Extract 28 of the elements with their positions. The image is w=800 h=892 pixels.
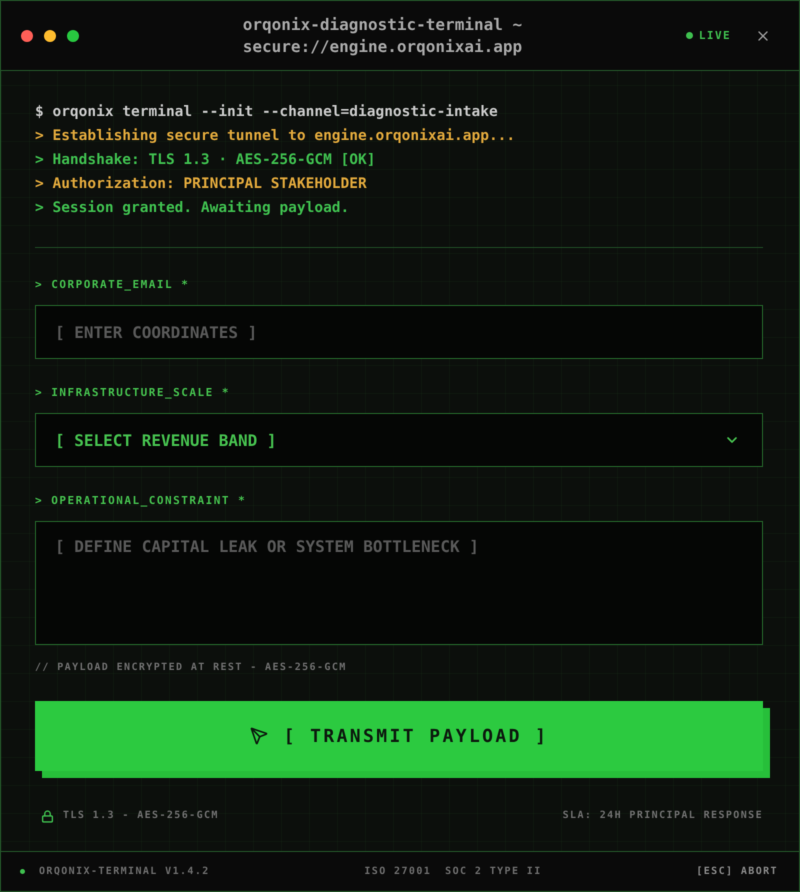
certification-label: ISO 27001 xyxy=(364,866,432,877)
field-label: > OPERATIONAL_CONSTRAINT * xyxy=(35,493,248,509)
window-dot-icon[interactable] xyxy=(21,30,33,42)
console-line: > Establishing secure tunnel to engine.orqonixai.app... xyxy=(35,127,516,146)
encryption-note: // PAYLOAD ENCRYPTED AT REST - AES-256-GCM xyxy=(35,661,348,675)
send-icon xyxy=(250,727,268,745)
abort-link[interactable]: [ESC] ABORT xyxy=(696,866,778,877)
status-dot-icon xyxy=(686,32,693,39)
transmit-button[interactable]: [ TRANSMIT PAYLOAD ] xyxy=(35,701,770,778)
security-info: TLS 1.3 - AES-256-GCM xyxy=(63,809,219,823)
field-label: > CORPORATE_EMAIL * xyxy=(35,277,190,293)
console-line: > Authorization: PRINCIPAL STAKEHOLDER xyxy=(35,175,368,194)
console-line: > Handshake: TLS 1.3 · AES-256-GCM [OK] xyxy=(35,151,376,170)
version-label: ORQONIX-TERMINAL V1.4.2 xyxy=(39,866,210,877)
text-area-field[interactable]: [ DEFINE CAPITAL LEAK OR SYSTEM BOTTLENECK ] xyxy=(35,521,763,645)
window-dot-icon[interactable] xyxy=(67,30,79,42)
sla-info: SLA: 24H PRINCIPAL RESPONSE xyxy=(562,809,763,823)
console-line: > Session granted. Awaiting payload. xyxy=(35,199,350,218)
dropdown-select[interactable]: [ SELECT REVENUE BAND ] xyxy=(35,413,763,467)
console-line: $ orqonix terminal --init --channel=diagnostic-intake xyxy=(35,103,499,122)
field-label: > INFRASTRUCTURE_SCALE * xyxy=(35,385,231,401)
lock-icon xyxy=(41,810,54,822)
status-dot-icon xyxy=(20,869,25,874)
live-status: LIVE xyxy=(698,29,731,42)
window-dot-icon[interactable] xyxy=(44,30,56,42)
text-field[interactable]: [ ENTER COORDINATES ] xyxy=(35,305,763,359)
window-title: orqonix-diagnostic-terminal ~ secure://engine.orqonixai.app xyxy=(242,14,524,58)
certification-label: SOC 2 TYPE II xyxy=(445,866,542,877)
